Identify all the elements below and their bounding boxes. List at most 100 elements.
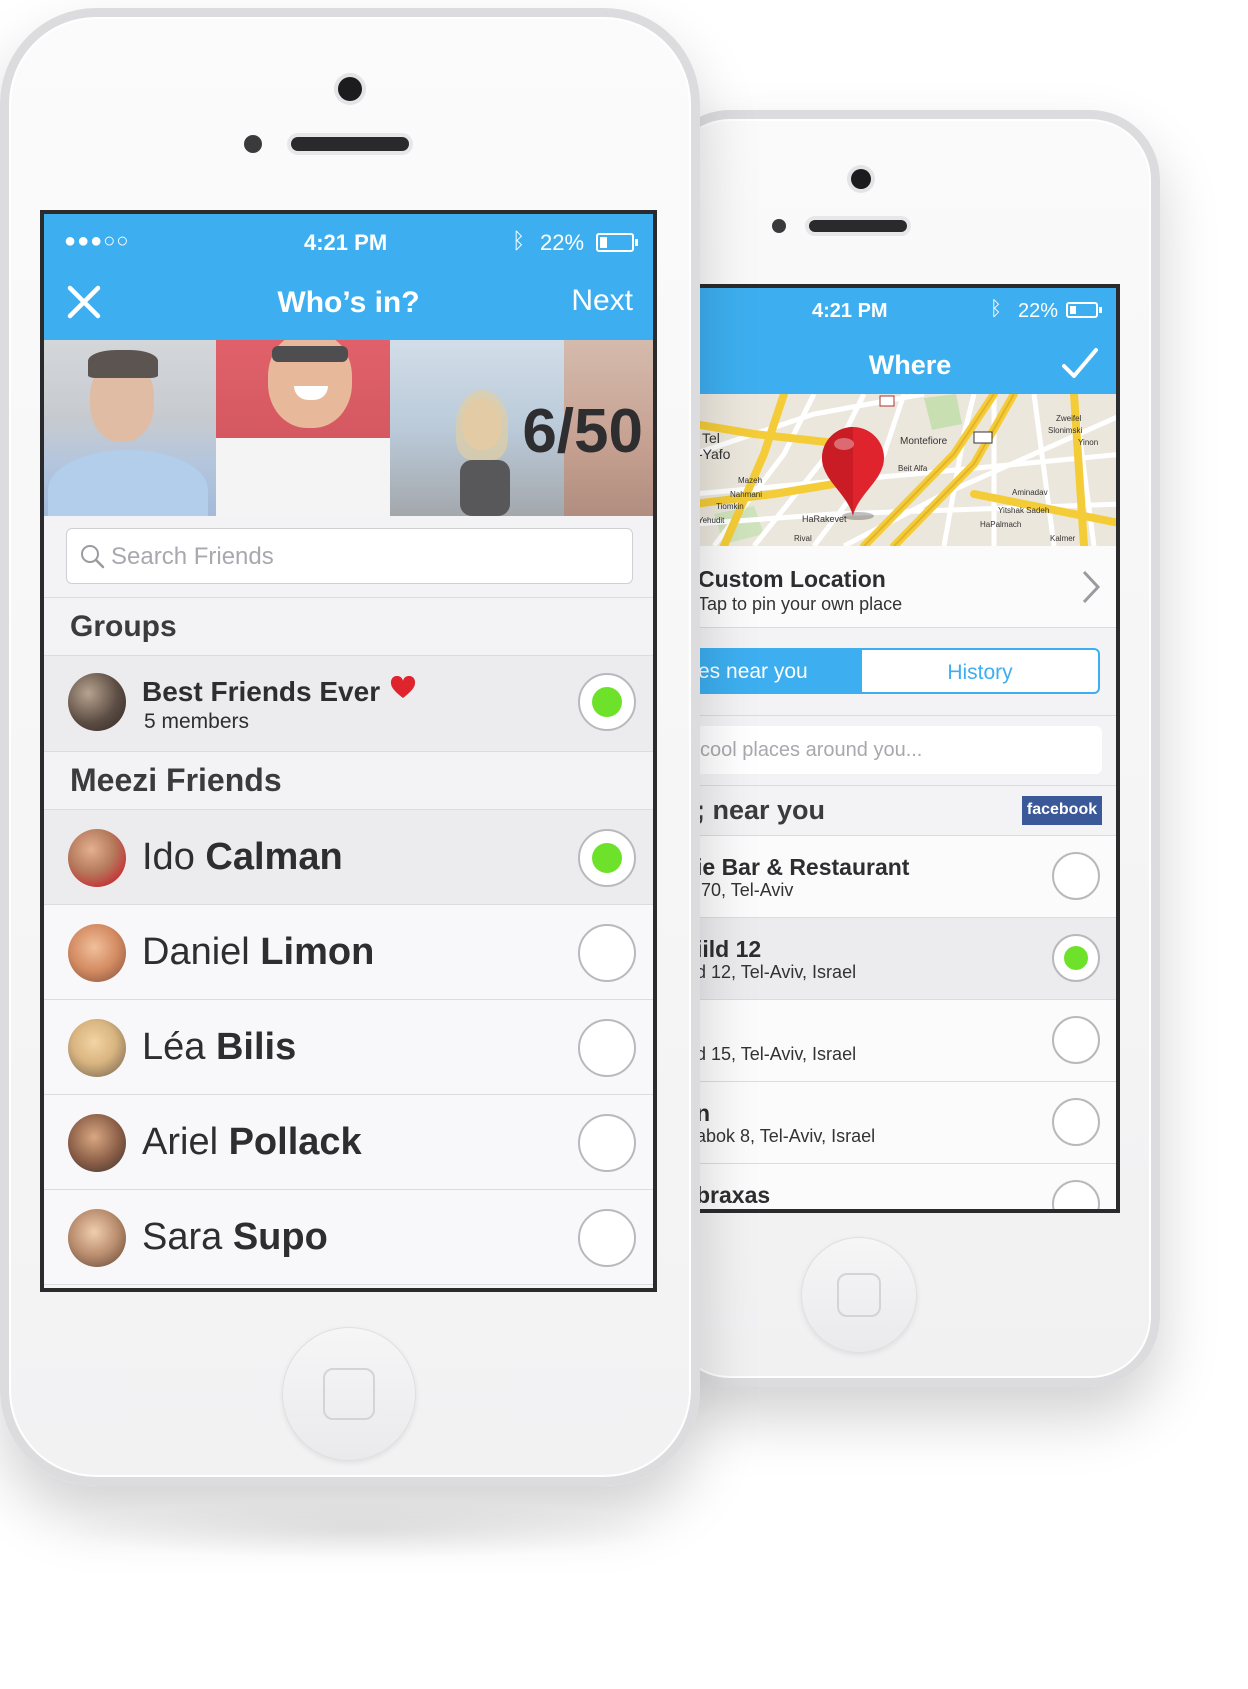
home-button[interactable] [801, 1237, 917, 1353]
map-label: Mazeh [738, 476, 763, 485]
friend-last-name: Calman [205, 836, 343, 878]
status-battery: 22% [540, 230, 585, 255]
place-row[interactable]: n abok 8, Tel-Aviv, Israel [694, 1082, 1116, 1164]
battery-nub [635, 239, 638, 246]
friend-row[interactable]: Léa Bilis [44, 1000, 653, 1095]
friend-last-name: Bilis [215, 1026, 297, 1068]
place-row[interactable]: ie Bar & Restaurant 70, Tel-Aviv [694, 836, 1116, 918]
radio-selected-dot [592, 843, 622, 873]
friend-row[interactable]: Ido Calman [44, 810, 653, 905]
map-label: Tiomkin [716, 502, 744, 511]
friend-avatar [68, 924, 126, 982]
friend-row[interactable]: Ariel Pollack [44, 1095, 653, 1190]
segment-nearby-label: es near you [698, 660, 808, 683]
group-name: Best Friends Ever [142, 676, 381, 707]
group-row[interactable]: Best Friends Ever 5 members [44, 656, 653, 752]
battery-fill [1070, 306, 1076, 314]
places-list: ie Bar & Restaurant 70, Tel-Aviv iild 12 d… [694, 836, 1116, 1209]
floor-shadow [60, 1500, 660, 1560]
places-search-placeholder: cool places around you... [700, 739, 923, 761]
friend-avatar [68, 1114, 126, 1172]
map-label: Slonimski [1048, 426, 1083, 435]
friend-name: Daniel Limon [142, 931, 374, 974]
friend-row[interactable]: Sara Supo [44, 1190, 653, 1285]
place-select-radio[interactable] [1052, 1180, 1100, 1209]
group-avatar [68, 673, 126, 731]
friend-select-radio[interactable] [578, 924, 636, 982]
segment-history[interactable]: History [862, 648, 1100, 694]
place-name: iild 12 [696, 936, 762, 962]
home-button-square [323, 1368, 375, 1420]
places-header-title: ; near you [696, 795, 826, 825]
place-row[interactable]: iild 12 d 12, Tel-Aviv, Israel [694, 918, 1116, 1000]
friend-name: Léa Bilis [142, 1026, 296, 1069]
custom-location-title: Custom Location [698, 566, 886, 592]
friend-select-radio[interactable] [578, 829, 636, 887]
place-address: abok 8, Tel-Aviv, Israel [696, 1126, 876, 1146]
earpiece-speaker [291, 137, 409, 151]
nav-title: Where [868, 350, 952, 380]
search-row: Search Friends [44, 516, 653, 598]
battery-nub [1099, 307, 1102, 313]
place-address: 70, Tel-Aviv [696, 880, 794, 900]
group-members: 5 members [144, 710, 250, 733]
home-button[interactable] [282, 1327, 416, 1461]
friend-select-radio[interactable] [578, 1114, 636, 1172]
friend-row[interactable]: Daniel Limon [44, 905, 653, 1000]
segmented-control-row: es near you History [694, 628, 1116, 716]
next-button[interactable]: Next [571, 284, 633, 318]
place-address: d 12, Tel-Aviv, Israel [696, 962, 857, 982]
nav-bar: Who’s in? Next [44, 264, 653, 340]
radio-selected-dot [1064, 946, 1088, 970]
map[interactable]: Tel -Yafo Montefiore Beit Alfa HaRakevet… [694, 394, 1116, 546]
segment-nearby[interactable]: es near you [694, 648, 862, 694]
segment-history-label: History [947, 661, 1013, 684]
right-screen: 4:21 PM ᛒ 22% Where Tel -Yafo Montefiore… [690, 284, 1120, 1213]
map-label: Yitshak Sadeh [998, 506, 1050, 515]
status-time: 4:21 PM [812, 300, 888, 322]
friends-header: Meezi Friends [44, 752, 653, 810]
facebook-badge: facebook [1022, 796, 1102, 825]
radio-selected-dot [592, 687, 622, 717]
map-label: HaPalmach [980, 520, 1022, 529]
friends-header-title: Meezi Friends [70, 762, 282, 798]
group-select-radio[interactable] [578, 673, 636, 731]
nav-bar: Where [694, 334, 1116, 394]
places-header: ; near you facebook [694, 786, 1116, 836]
friend-select-radio[interactable] [578, 1019, 636, 1077]
friend-last-name: Supo [232, 1216, 328, 1258]
friend-first-name: Ido [142, 836, 206, 878]
status-time: 4:21 PM [304, 230, 388, 255]
bluetooth-icon: ᛒ [990, 298, 1002, 320]
friend-first-name: Léa [142, 1026, 216, 1068]
status-battery: 22% [1018, 300, 1059, 322]
map-label: Aminadav [1012, 488, 1048, 497]
search-input[interactable]: Search Friends [66, 528, 633, 584]
place-select-radio[interactable] [1052, 1016, 1100, 1064]
battery-fill [600, 237, 607, 248]
places-search-row: cool places around you... [694, 716, 1116, 786]
place-select-radio[interactable] [1052, 852, 1100, 900]
place-row[interactable]: braxas [694, 1164, 1116, 1209]
selected-counter: 6/50 [522, 397, 643, 466]
places-search-input[interactable]: cool places around you... [694, 726, 1102, 774]
checkmark-icon[interactable] [1058, 342, 1102, 386]
map-label: Yehudit [698, 516, 725, 525]
home-button-square [837, 1273, 881, 1317]
status-bar: ●●●○○ 4:21 PM ᛒ 22% [44, 214, 653, 264]
friend-select-radio[interactable] [578, 1209, 636, 1267]
signal-strength: ●●●○○ [64, 230, 130, 252]
chevron-right-icon [1080, 568, 1102, 606]
custom-location-row[interactable]: Custom Location Tap to pin your own plac… [694, 546, 1116, 628]
place-name: ie Bar & Restaurant [696, 854, 910, 880]
heart-icon [390, 675, 416, 700]
place-row[interactable]: d 15, Tel-Aviv, Israel [694, 1000, 1116, 1082]
map-label: Zweifel [1056, 414, 1082, 423]
left-screen: ●●●○○ 4:21 PM ᛒ 22% Who’s in? Next 6/50 … [40, 210, 657, 1292]
place-select-radio[interactable] [1052, 1098, 1100, 1146]
map-label: Yinon [1078, 438, 1099, 447]
place-select-radio[interactable] [1052, 934, 1100, 982]
friend-first-name: Daniel [142, 931, 261, 973]
friend-last-name: Limon [260, 931, 375, 973]
map-pin-icon[interactable] [818, 424, 888, 520]
